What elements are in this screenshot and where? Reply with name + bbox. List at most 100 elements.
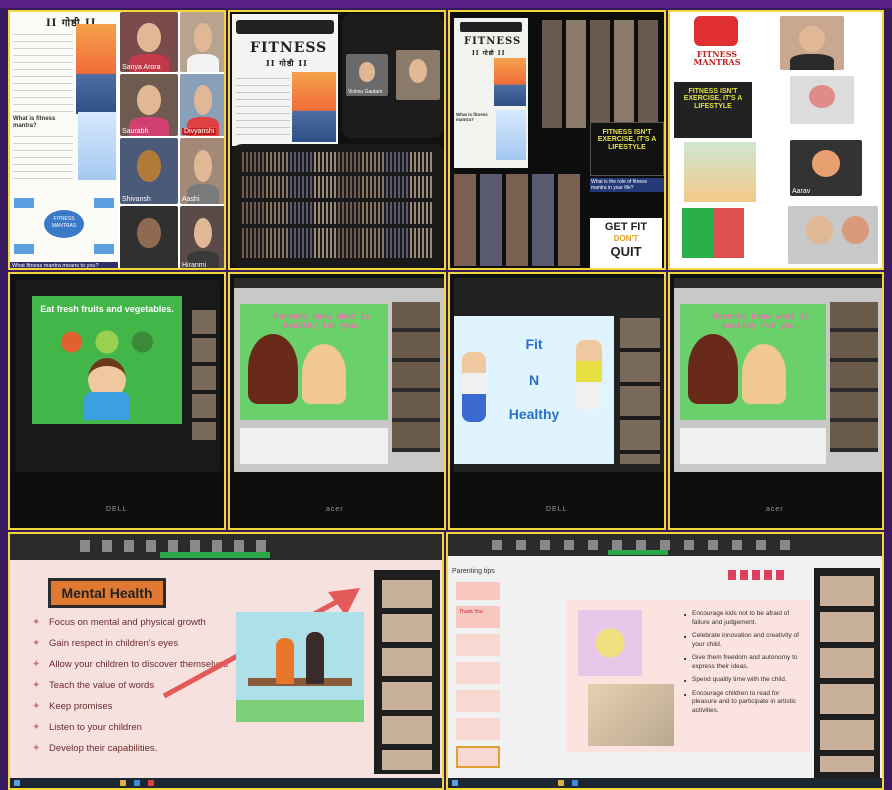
slide-area: FITNESS II गोष्ठी II What is fitness man…: [454, 18, 528, 168]
slide-paragraph: [236, 76, 290, 138]
doc-tab[interactable]: Parenting tips: [452, 568, 495, 575]
participant-tile: Aashi: [180, 138, 224, 204]
list-item: Encourage children to read for pleasure …: [684, 690, 806, 716]
thumbnail[interactable]: [456, 634, 500, 656]
thumbnail[interactable]: Thank You: [456, 606, 500, 628]
star-icon: ✦: [32, 722, 41, 733]
laptop-screen: Eat fresh fruits and vegetables.: [16, 280, 220, 472]
sign-exercise-text: FITNESS ISN'T EXERCISE, IT'S A LIFESTYLE: [597, 129, 657, 151]
girl-illustration: [688, 334, 738, 404]
laptop-bezel: [10, 472, 224, 528]
laptop-bezel: [230, 472, 444, 528]
slide-title: FITNESS: [250, 40, 328, 56]
panel-fitness-mantras-gallery: FITNESS MANTRAS FITNESS ISN'T EXERCISE, …: [668, 10, 884, 270]
thumbnail[interactable]: [456, 662, 500, 684]
slide-subtitle: II गोष्ठी II: [472, 50, 506, 57]
fitness-mantras-logo: FITNESS MANTRAS: [674, 16, 760, 78]
participant-tile: [120, 206, 178, 268]
slide-bottom-caption: What fitness mantra means to you?: [10, 262, 118, 268]
role-question: What is the role of fitness mantra in yo…: [590, 178, 664, 192]
panel-fitness-slide-gallery: II गोष्ठी II What is fitness mantra? FIT…: [8, 10, 226, 270]
thumbnail[interactable]: [456, 582, 500, 600]
mindmap: FITNESS MANTRAS: [14, 190, 116, 262]
painting-kids-image: [588, 684, 674, 746]
panel-laptop-parents: Parents know what is healthy for you. ac…: [228, 272, 446, 530]
panel-fitness-gallery-dark: FITNESS II गोष्ठी II What is fitness man…: [448, 10, 666, 270]
star-icon: ✦: [32, 680, 41, 691]
get-fit-sign: GET FIT DON'T QUIT: [590, 218, 662, 268]
participant-tile: [788, 206, 878, 264]
logo-text: FITNESS MANTRAS: [693, 49, 741, 68]
list-item: Give them freedom and autonomy to expres…: [684, 654, 806, 671]
thumbnail-selected[interactable]: [456, 746, 500, 768]
slide-image: Parents know what is healthy for you.: [680, 304, 826, 420]
parenting-tips-list: Encourage kids not to be afraid of failu…: [684, 610, 806, 720]
participant-tile: [790, 76, 854, 124]
sunset-image: [494, 58, 526, 106]
slide-thumbnails: Thank You: [456, 582, 504, 782]
taskbar-app-icon: [572, 780, 578, 786]
laptop-bezel: [670, 472, 882, 528]
slide-word-fit: Fit: [525, 336, 543, 352]
photo-collage: II गोष्ठी II What is fitness mantra? FIT…: [0, 0, 892, 790]
star-icon: ✦: [32, 701, 41, 712]
taskbar: [10, 778, 442, 788]
thumbnail[interactable]: [456, 690, 500, 712]
list-item: Celebrate innovation and creativity of y…: [684, 632, 806, 649]
slide-word-n: N: [528, 372, 540, 388]
panel-laptop-fruits: Eat fresh fruits and vegetables. DELL: [8, 272, 226, 530]
runner-image: [78, 112, 116, 180]
browser-strip: [240, 428, 388, 464]
star-icon: ✦: [32, 659, 41, 670]
taskbar-app-icon: [148, 780, 154, 786]
laptop-brand: DELL: [106, 506, 128, 513]
participant-tile: [180, 12, 224, 72]
participant-tile: Sanya Arora: [120, 12, 178, 72]
taskbar-app-icon: [134, 780, 140, 786]
recording-indicator: [608, 550, 668, 555]
slide-paragraph: [13, 32, 73, 112]
participant-tile: Saurabh: [120, 74, 178, 136]
slide-question: What is fitness mantra?: [456, 112, 488, 122]
vegetables-image: [48, 330, 166, 354]
list-item: ✦ Listen to your children: [32, 722, 142, 733]
poster-image: [684, 142, 756, 202]
toolbar-badges: [728, 570, 784, 580]
slide-caption: Eat fresh fruits and vegetables.: [40, 304, 174, 314]
list-item: Encourage kids not to be afraid of failu…: [684, 610, 806, 627]
kid-illustration-left: [462, 352, 486, 422]
participant-sidebar: [814, 568, 880, 778]
green-slide: Eat fresh fruits and vegetables.: [32, 296, 182, 424]
taskbar-app-icon: [558, 780, 564, 786]
mindmap-center: FITNESS MANTRAS: [44, 210, 84, 238]
panel-laptop-parents-2: Parents know what is healthy for you. ac…: [668, 272, 884, 530]
video-window: Vishnu Gautam: [342, 14, 444, 138]
slide-area: II गोष्ठी II What is fitness mantra? FIT…: [10, 12, 118, 268]
participant-tile: Aarav: [790, 140, 862, 196]
participant-grid-2: [454, 174, 582, 266]
toolbar-icon: [492, 540, 792, 550]
browser-strip: [680, 428, 826, 464]
panel-video-call-fitness: FITNESS II गोष्ठी II Vishnu Gautam: [228, 10, 446, 270]
slide-question: What is fitness mantra?: [13, 116, 56, 129]
slide-image: Fit N Healthy: [454, 316, 614, 464]
slide-word-healthy: Healthy: [508, 406, 560, 422]
slide-caption: Parents know what is healthy for you.: [712, 312, 810, 330]
laptop-screen: Parents know what is healthy for you.: [234, 278, 444, 474]
participant-grid: [232, 144, 444, 268]
title-box: Mental Health: [48, 578, 166, 608]
slide-title: FITNESS: [464, 36, 522, 47]
participant-grid: [542, 20, 662, 128]
puzzle-icon: [694, 16, 738, 46]
bench-illustration: [236, 612, 364, 722]
barbell-icon: [460, 22, 522, 32]
windows-icon: [452, 780, 458, 786]
meeting-toolbar: [10, 534, 442, 560]
top-strip: [0, 0, 892, 8]
slide-title: Mental Health: [61, 585, 153, 601]
thumbnail[interactable]: [456, 718, 500, 740]
main-slide: Encourage kids not to be afraid of failu…: [566, 600, 810, 752]
star-icon: ✦: [32, 617, 41, 628]
slide-image: Parents know what is healthy for you.: [240, 304, 388, 420]
sunset-image: [76, 24, 116, 114]
